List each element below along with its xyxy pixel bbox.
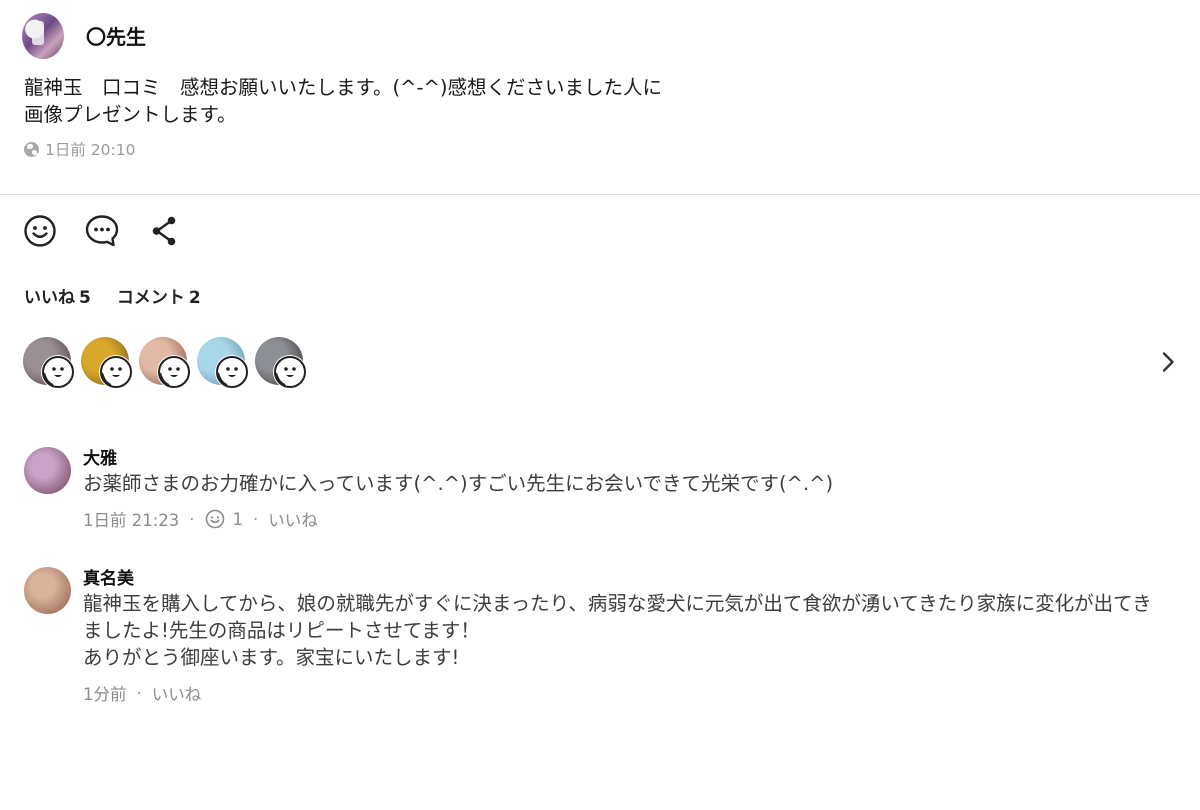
action-bar [22, 213, 208, 249]
likes-stat[interactable]: いいね 5 [24, 283, 91, 308]
divider [0, 194, 1200, 195]
separator-dot: · [189, 509, 195, 529]
reaction-smiley-icon [273, 355, 307, 389]
share-icon [152, 216, 176, 246]
reaction-smiley-icon [215, 355, 249, 389]
likes-count: 5 [79, 288, 91, 308]
comment-like-button[interactable]: いいね [152, 681, 202, 705]
reaction-smiley-icon [99, 355, 133, 389]
comment-time: 1日前 21:23 [83, 511, 180, 530]
comments-stat[interactable]: コメント 2 [117, 283, 201, 308]
commenter-avatar[interactable] [24, 567, 71, 614]
comment-meta: 1分前 · いいね [83, 681, 1183, 705]
comment-body: 真名美 龍神玉を購入してから、娘の就職先がすぐに決まったり、病弱な愛犬に元気が出… [83, 567, 1183, 705]
comment-button[interactable] [84, 213, 120, 249]
post-stats: いいね 5 コメント 2 [24, 283, 227, 308]
likes-label: いいね [24, 288, 75, 308]
liker-avatar[interactable] [139, 337, 191, 389]
likers-more-button[interactable] [1158, 350, 1178, 374]
reaction-smiley-icon [157, 355, 191, 389]
comment-bubble-icon [85, 215, 119, 247]
commenter-name[interactable]: 真名美 [83, 567, 1183, 591]
smiley-icon [205, 509, 224, 529]
post-text: 龍神玉 口コミ 感想お願いいたします。(^-^)感想くださいました人に 画像プレ… [24, 76, 662, 126]
separator-dot: · [136, 683, 142, 703]
separator-dot: · [253, 509, 259, 529]
commenter-avatar[interactable] [24, 447, 71, 494]
chevron-right-icon [1162, 352, 1174, 372]
share-button[interactable] [146, 213, 182, 249]
comments-count: 2 [188, 288, 201, 308]
post-meta: 1日前 20:10 [24, 138, 135, 160]
comments-label: コメント [116, 288, 185, 308]
comment-meta: 1日前 21:23 · 1 · いいね [83, 507, 1183, 531]
reaction-count[interactable]: 1 [233, 510, 244, 529]
comment-text: 龍神玉を購入してから、娘の就職先がすぐに決まったり、病弱な愛犬に元気が出て食欲が… [83, 592, 1152, 669]
liker-avatar[interactable] [81, 337, 133, 389]
author-name[interactable]: 〇先生 [86, 21, 146, 50]
reaction-smiley-icon [41, 355, 75, 389]
liker-list [23, 337, 313, 389]
comment-like-button[interactable]: いいね [268, 507, 318, 531]
comment-body: 大雅 お薬師さまのお力確かに入っています(^.^)すごい先生にお会いできて光栄で… [83, 447, 1183, 531]
liker-avatar[interactable] [197, 337, 249, 389]
author-avatar[interactable] [22, 13, 64, 59]
liker-avatar[interactable] [23, 337, 75, 389]
globe-icon [24, 141, 39, 157]
comment-text: お薬師さまのお力確かに入っています(^.^)すごい先生にお会いできて光栄です(^… [83, 472, 834, 495]
commenter-name[interactable]: 大雅 [83, 447, 1183, 471]
comment-time: 1分前 [83, 685, 127, 704]
post-timestamp: 1日前 20:10 [45, 141, 136, 159]
post-header: 〇先生 [22, 12, 146, 60]
liker-avatar[interactable] [255, 337, 307, 389]
like-button[interactable] [22, 213, 58, 249]
smiley-icon [24, 215, 56, 247]
